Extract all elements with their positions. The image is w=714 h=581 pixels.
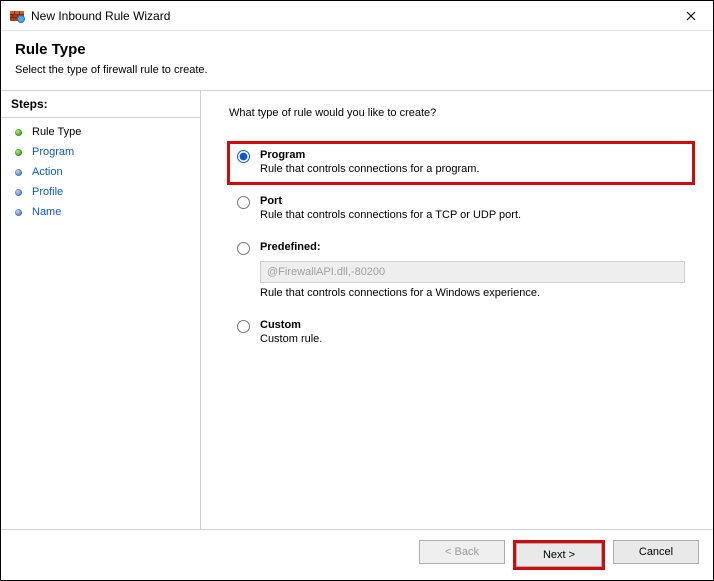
step-item-rule-type[interactable]: Rule Type [1, 122, 200, 142]
step-item-action[interactable]: Action [1, 162, 200, 182]
rule-type-option-predefined[interactable]: Predefined: @FirewallAPI.dll,-80200 Rule t… [227, 233, 695, 309]
page-subtitle: Select the type of firewall rule to crea… [15, 64, 699, 76]
titlebar: New Inbound Rule Wizard [1, 1, 713, 31]
option-title: Predefined: [260, 241, 685, 253]
step-label[interactable]: Rule Type [32, 126, 81, 138]
step-label[interactable]: Profile [32, 186, 63, 198]
rule-type-radio-port[interactable] [237, 196, 250, 209]
step-bullet-icon [15, 129, 22, 136]
window-title: New Inbound Rule Wizard [31, 9, 669, 23]
step-bullet-icon [15, 189, 22, 196]
steps-panel: Steps: Rule Type Program Action Profile Name [1, 90, 201, 529]
firewall-app-icon [9, 8, 25, 24]
rule-type-prompt: What type of rule would you like to crea… [229, 107, 695, 119]
step-bullet-icon [15, 169, 22, 176]
rule-type-option-program[interactable]: Program Rule that controls connections fo… [227, 141, 695, 185]
wizard-header: Rule Type Select the type of firewall ru… [1, 31, 713, 90]
page-title: Rule Type [15, 41, 699, 58]
step-bullet-icon [15, 149, 22, 156]
option-desc: Custom rule. [260, 333, 685, 345]
option-desc: Rule that controls connections for a Win… [260, 287, 685, 299]
rule-type-option-custom[interactable]: Custom Custom rule. [227, 311, 695, 355]
rule-type-radio-program[interactable] [237, 150, 250, 163]
next-button[interactable]: Next > [516, 543, 602, 567]
option-title: Program [260, 149, 685, 161]
rule-type-radio-predefined[interactable] [237, 242, 250, 255]
step-label[interactable]: Name [32, 206, 61, 218]
steps-header: Steps: [1, 91, 200, 118]
main-panel: What type of rule would you like to crea… [201, 90, 713, 529]
step-label[interactable]: Action [32, 166, 63, 178]
close-button[interactable] [669, 1, 713, 31]
option-desc: Rule that controls connections for a TCP… [260, 209, 685, 221]
option-title: Port [260, 195, 685, 207]
option-title: Custom [260, 319, 685, 331]
wizard-footer: < Back Next > Cancel [1, 529, 713, 580]
step-item-name[interactable]: Name [1, 202, 200, 222]
rule-type-option-port[interactable]: Port Rule that controls connections for a… [227, 187, 695, 231]
predefined-select: @FirewallAPI.dll,-80200 [260, 261, 685, 283]
step-item-profile[interactable]: Profile [1, 182, 200, 202]
step-item-program[interactable]: Program [1, 142, 200, 162]
step-label[interactable]: Program [32, 146, 74, 158]
back-button[interactable]: < Back [419, 540, 505, 564]
option-desc: Rule that controls connections for a pro… [260, 163, 685, 175]
cancel-button[interactable]: Cancel [613, 540, 699, 564]
step-bullet-icon [15, 209, 22, 216]
rule-type-radio-custom[interactable] [237, 320, 250, 333]
